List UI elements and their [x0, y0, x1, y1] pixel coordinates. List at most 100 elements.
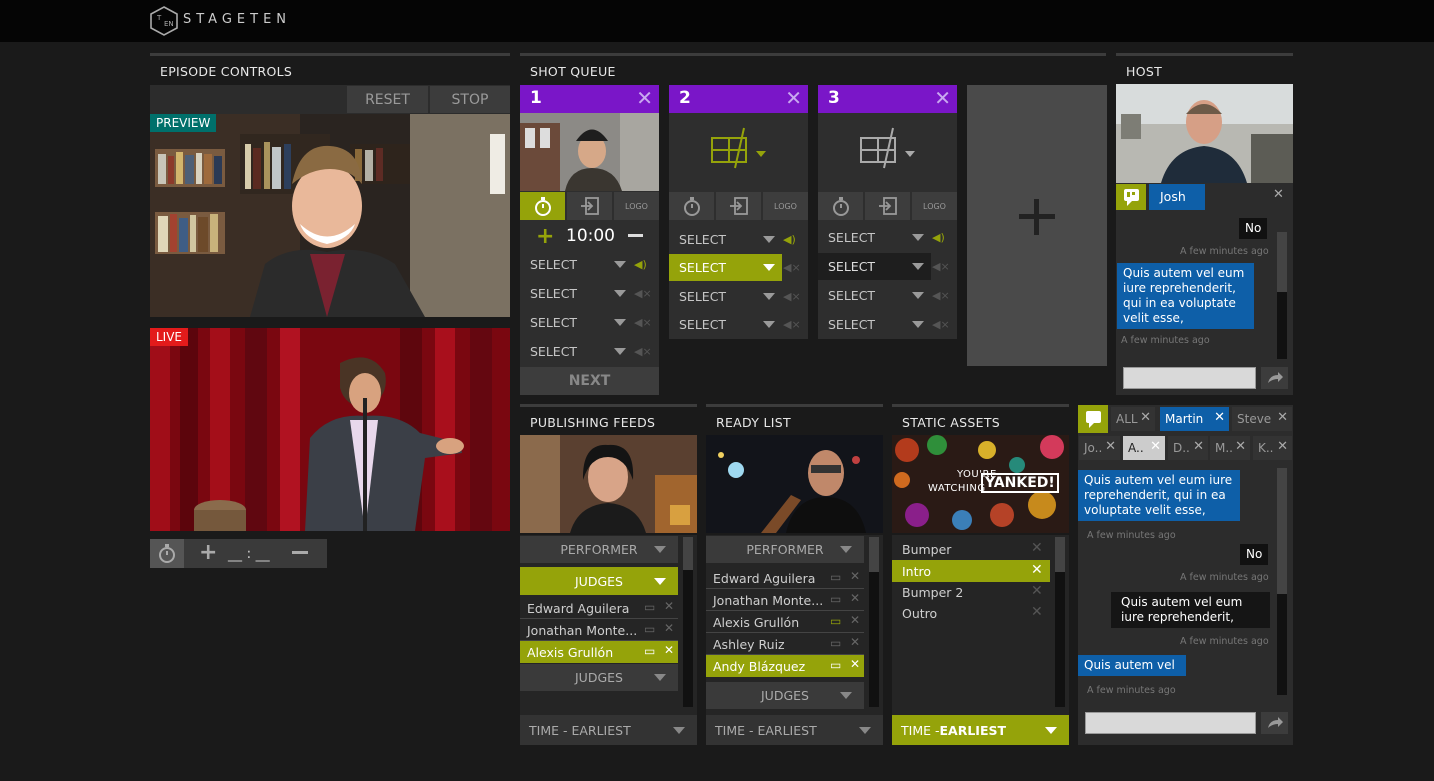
speaker-muted-icon[interactable]: ◀×	[932, 253, 954, 280]
host-chat-send-button[interactable]	[1261, 367, 1288, 389]
close-icon[interactable]: ✕	[850, 635, 860, 649]
shot-1-timer-button[interactable]	[520, 192, 565, 220]
close-icon[interactable]: ✕	[664, 643, 674, 657]
shot-card-1-thumbnail[interactable]	[520, 113, 659, 191]
publishing-judges-dropdown-2[interactable]: JUDGES	[520, 664, 678, 691]
chat-tab[interactable]: ALL ✕	[1111, 407, 1155, 431]
chevron-down-icon[interactable]	[908, 311, 928, 338]
close-icon[interactable]: ✕	[664, 599, 674, 613]
chat-send-button[interactable]	[1261, 712, 1288, 734]
publishing-sort-dropdown[interactable]: TIME - EARLIEST	[520, 715, 697, 745]
speaker-muted-icon[interactable]: ◀×	[783, 283, 805, 310]
host-chat-tab[interactable]: Josh	[1149, 184, 1205, 210]
next-button[interactable]: NEXT	[520, 367, 659, 395]
shot-3-logo-button[interactable]: LOGO	[912, 192, 957, 220]
assets-sort-dropdown[interactable]: TIME - EARLIEST	[892, 715, 1069, 745]
shot-3-exit-button[interactable]	[865, 192, 910, 220]
close-icon[interactable]: ✕	[850, 591, 860, 605]
close-icon[interactable]: ✕	[1214, 410, 1225, 425]
speaker-on-icon[interactable]: ◀)	[634, 251, 656, 278]
chat-bubble-icon[interactable]: ▭	[644, 644, 655, 658]
ready-judges-dropdown[interactable]: JUDGES	[706, 682, 864, 709]
close-icon[interactable]: ✕	[1273, 187, 1284, 202]
static-asset-item[interactable]: Bumper 2	[892, 581, 1050, 603]
speaker-muted-icon[interactable]: ◀×	[932, 311, 954, 338]
chat-bubble-icon[interactable]: ▭	[830, 570, 841, 584]
chevron-down-icon[interactable]	[759, 254, 779, 281]
chat-bubble-icon[interactable]: ▭	[830, 636, 841, 650]
chat-tab[interactable]: Martin ✕	[1160, 407, 1229, 431]
publishing-judges-dropdown[interactable]: JUDGES	[520, 567, 678, 595]
close-icon[interactable]: ✕	[850, 613, 860, 627]
shot-2-timer-button[interactable]	[669, 192, 714, 220]
close-icon[interactable]: ✕	[1031, 540, 1043, 556]
ready-sort-dropdown[interactable]: TIME - EARLIEST	[706, 715, 883, 745]
close-icon[interactable]: ✕	[850, 657, 860, 671]
chat-tab[interactable]: A.. ✕	[1123, 436, 1165, 460]
shot-1-logo-button[interactable]: LOGO	[614, 192, 659, 220]
publishing-performer-dropdown[interactable]: PERFORMER	[520, 536, 678, 563]
close-icon[interactable]: ✕	[934, 86, 951, 110]
chevron-down-icon[interactable]	[908, 224, 928, 251]
close-icon[interactable]: ✕	[1150, 439, 1161, 454]
chevron-down-icon[interactable]	[610, 309, 630, 336]
chat-tab[interactable]: D.. ✕	[1168, 436, 1208, 460]
chat-bubble-icon[interactable]: ▭	[644, 622, 655, 636]
close-icon[interactable]: ✕	[1105, 439, 1116, 454]
chevron-down-icon[interactable]	[759, 283, 779, 310]
preview-video[interactable]: PREVIEW	[150, 114, 510, 317]
reset-button[interactable]: RESET	[347, 86, 428, 113]
close-icon[interactable]: ✕	[1031, 604, 1043, 620]
chat-bubble-icon[interactable]: ▭	[644, 600, 655, 614]
chat-tab[interactable]: K.. ✕	[1253, 436, 1292, 460]
chevron-down-icon[interactable]	[610, 338, 630, 365]
speaker-on-icon[interactable]: ◀)	[932, 224, 954, 251]
close-icon[interactable]: ✕	[636, 86, 653, 110]
shot-1-exit-button[interactable]	[567, 192, 612, 220]
close-icon[interactable]: ✕	[664, 621, 674, 635]
speaker-muted-icon[interactable]: ◀×	[932, 282, 954, 309]
timer-plus-icon[interactable]: +	[199, 540, 217, 565]
shot-3-timer-button[interactable]	[818, 192, 863, 220]
chat-bubble-icon[interactable]: ▭	[830, 614, 841, 628]
chat-icon-tab[interactable]	[1078, 405, 1108, 433]
publishing-scroll-thumb[interactable]	[683, 570, 693, 707]
chevron-down-icon[interactable]	[610, 251, 630, 278]
shot-card-3-layout-picker[interactable]	[818, 113, 957, 191]
ready-scroll-thumb[interactable]	[869, 572, 879, 707]
chat-scroll-thumb[interactable]	[1277, 594, 1287, 695]
chat-tab[interactable]: Jo.. ✕	[1079, 436, 1120, 460]
ready-performer-dropdown[interactable]: PERFORMER	[706, 536, 864, 563]
timer-minus-icon[interactable]	[292, 551, 308, 554]
chevron-down-icon[interactable]	[759, 311, 779, 338]
speaker-muted-icon[interactable]: ◀×	[783, 254, 805, 281]
assets-scroll-thumb[interactable]	[1055, 572, 1065, 707]
shot-1-minus-icon[interactable]	[628, 234, 643, 237]
static-asset-item[interactable]: Intro	[892, 560, 1050, 582]
host-chat-input[interactable]	[1123, 367, 1256, 389]
shot-card-2-layout-picker[interactable]	[669, 113, 808, 191]
close-icon[interactable]: ✕	[1235, 439, 1246, 454]
speaker-muted-icon[interactable]: ◀×	[634, 280, 656, 307]
chat-bubble-icon[interactable]: ▭	[830, 592, 841, 606]
shot-1-plus-icon[interactable]: +	[536, 224, 554, 249]
chevron-down-icon[interactable]	[610, 280, 630, 307]
chevron-down-icon[interactable]	[908, 253, 928, 280]
close-icon[interactable]: ✕	[1031, 583, 1043, 599]
close-icon[interactable]: ✕	[1277, 439, 1288, 454]
close-icon[interactable]: ✕	[785, 86, 802, 110]
host-chat-scroll-thumb[interactable]	[1277, 292, 1287, 359]
static-asset-item[interactable]: Outro	[892, 602, 1050, 624]
stop-button[interactable]: STOP	[430, 86, 510, 113]
chevron-down-icon[interactable]	[908, 282, 928, 309]
close-icon[interactable]: ✕	[1193, 439, 1204, 454]
live-video[interactable]: LIVE	[150, 328, 510, 531]
shot-2-logo-button[interactable]: LOGO	[763, 192, 808, 220]
close-icon[interactable]: ✕	[1031, 562, 1043, 578]
live-timer-button[interactable]	[150, 539, 184, 568]
shot-2-exit-button[interactable]	[716, 192, 761, 220]
chat-bubble-icon[interactable]: ▭	[830, 658, 841, 672]
close-icon[interactable]: ✕	[850, 569, 860, 583]
chat-icon-tab[interactable]	[1116, 184, 1146, 210]
add-shot-button[interactable]	[967, 85, 1107, 366]
